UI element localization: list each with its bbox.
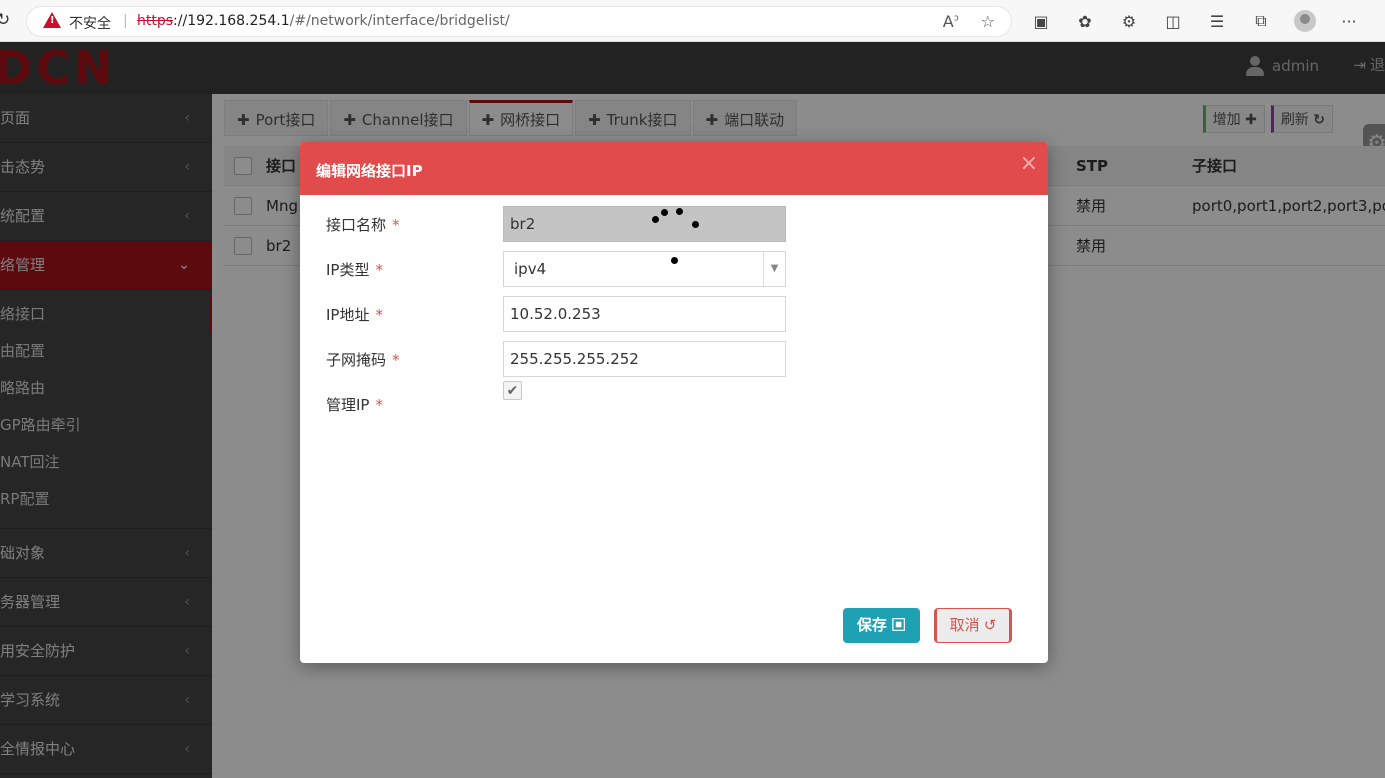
dialog-title: 编辑网络接口IP bbox=[316, 162, 423, 180]
cancel-button[interactable]: 取消 ↺ bbox=[934, 608, 1012, 643]
split-screen-icon[interactable]: ◫ bbox=[1162, 10, 1184, 32]
save-label: 保存 bbox=[856, 617, 887, 634]
ip-type-select[interactable]: ipv4 ▼ bbox=[503, 251, 786, 287]
url-text[interactable]: https://192.168.254.1/#/network/interfac… bbox=[137, 13, 510, 29]
required-mark: * bbox=[392, 351, 400, 369]
cancel-label: 取消 bbox=[949, 617, 980, 634]
loading-dot bbox=[652, 216, 659, 223]
more-options-icon[interactable]: ··· bbox=[1338, 10, 1360, 32]
label-text: 子网掩码 bbox=[326, 351, 387, 369]
save-button[interactable]: 保存 ▣ bbox=[843, 608, 920, 643]
ip-type-label: IP类型 * bbox=[326, 259, 383, 280]
insecure-label[interactable]: 不安全 bbox=[69, 13, 111, 33]
edit-interface-ip-dialog: 编辑网络接口IP × 接口名称 * br2 IP类型 * ipv4 ▼ IP地址 * … bbox=[300, 142, 1048, 663]
extensions-icon[interactable]: ⚙ bbox=[1118, 10, 1140, 32]
floppy-disk-icon: ▣ bbox=[891, 617, 907, 634]
separator: | bbox=[123, 13, 128, 29]
required-mark: * bbox=[392, 216, 400, 234]
interface-name-label: 接口名称 * bbox=[326, 214, 400, 235]
dialog-header: 编辑网络接口IP × bbox=[300, 142, 1048, 195]
extension-icon[interactable]: ▣ bbox=[1030, 10, 1052, 32]
interface-name-field: br2 bbox=[503, 206, 786, 242]
label-text: IP地址 bbox=[326, 306, 370, 324]
undo-icon: ↺ bbox=[983, 617, 997, 634]
form-row-interface-name: 接口名称 * br2 bbox=[326, 206, 786, 242]
ip-address-input[interactable]: 10.52.0.253 bbox=[503, 296, 786, 332]
ip-type-value: ipv4 bbox=[514, 260, 547, 278]
read-aloud-icon[interactable]: Aↄ bbox=[943, 12, 959, 31]
label-text: 管理IP bbox=[326, 396, 370, 414]
label-text: 接口名称 bbox=[326, 216, 387, 234]
warning-icon[interactable] bbox=[43, 12, 61, 28]
subnet-mask-label: 子网掩码 * bbox=[326, 349, 400, 370]
reload-icon[interactable]: ↻ bbox=[0, 10, 10, 30]
management-ip-checkbox[interactable]: ✔ bbox=[503, 381, 522, 400]
subnet-mask-input[interactable]: 255.255.255.252 bbox=[503, 341, 786, 377]
close-icon[interactable]: × bbox=[1020, 153, 1038, 175]
loading-dot bbox=[671, 257, 678, 264]
loading-dot bbox=[661, 209, 668, 216]
url-path: /#/network/interface/bridgelist/ bbox=[289, 13, 510, 29]
url-scheme: https bbox=[137, 13, 174, 29]
management-ip-label: 管理IP * bbox=[326, 394, 383, 415]
form-row-subnet-mask: 子网掩码 * 255.255.255.252 bbox=[326, 341, 786, 377]
required-mark: * bbox=[375, 396, 383, 414]
puzzle-green-icon[interactable]: ✿ bbox=[1074, 10, 1096, 32]
loading-dot bbox=[692, 221, 699, 228]
form-row-ip-type: IP类型 * ipv4 ▼ bbox=[326, 251, 786, 287]
form-row-ip-address: IP地址 * 10.52.0.253 bbox=[326, 296, 786, 332]
browser-toolbar: ↻ 不安全 | https://192.168.254.1/#/network/… bbox=[0, 0, 1385, 42]
collections-icon[interactable]: ⧉ bbox=[1250, 10, 1272, 32]
required-mark: * bbox=[375, 261, 383, 279]
profile-icon[interactable] bbox=[1294, 10, 1316, 32]
required-mark: * bbox=[375, 306, 383, 324]
loading-dot bbox=[676, 208, 683, 215]
favorite-star-icon[interactable]: ☆ bbox=[981, 12, 995, 31]
ip-address-label: IP地址 * bbox=[326, 304, 383, 325]
url-host: ://192.168.254.1 bbox=[173, 13, 290, 29]
label-text: IP类型 bbox=[326, 261, 370, 279]
address-bar[interactable]: 不安全 | https://192.168.254.1/#/network/in… bbox=[26, 6, 1012, 37]
favorites-icon[interactable]: ☰ bbox=[1206, 10, 1228, 32]
form-row-management-ip: 管理IP * ✔ bbox=[326, 381, 786, 422]
dropdown-arrow-icon[interactable]: ▼ bbox=[763, 252, 785, 286]
